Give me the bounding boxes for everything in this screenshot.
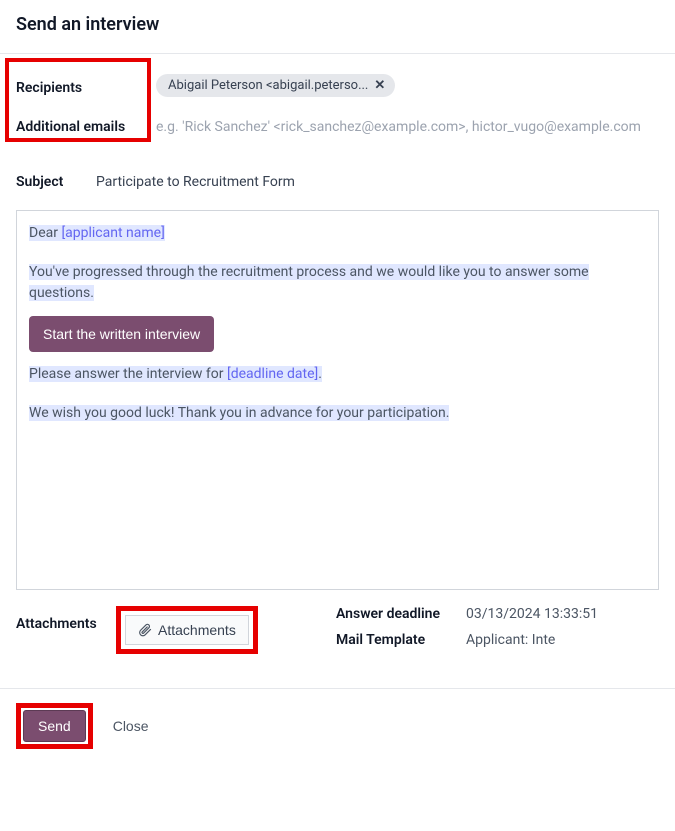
recipient-tag[interactable]: Abigail Peterson <abigail.peterso... ✕ xyxy=(156,74,395,97)
attachments-button-label: Attachments xyxy=(158,622,236,638)
body-line-greeting: Dear [applicant name] xyxy=(29,223,646,244)
subject-label: Subject xyxy=(16,168,96,190)
subject-input[interactable]: Participate to Recruitment Form xyxy=(96,168,659,190)
dialog-header: Send an interview xyxy=(0,0,675,54)
mail-template-label: Mail Template xyxy=(336,632,466,648)
body-text: You've progressed through the recruitmen… xyxy=(29,264,589,301)
recipient-tag-text: Abigail Peterson <abigail.peterso... xyxy=(168,78,368,93)
body-text: We wish you good luck! Thank you in adva… xyxy=(29,405,449,421)
subject-row: Subject Participate to Recruitment Form xyxy=(0,140,675,192)
highlight-send: Send xyxy=(16,703,93,749)
answer-deadline-label: Answer deadline xyxy=(336,606,466,622)
start-interview-button[interactable]: Start the written interview xyxy=(29,316,214,352)
send-button[interactable]: Send xyxy=(23,710,86,742)
additional-emails-label: Additional emails xyxy=(16,113,156,135)
mail-template-row: Mail Template Applicant: Inte xyxy=(336,632,659,648)
body-line-intro: You've progressed through the recruitmen… xyxy=(29,262,646,304)
body-line-closing: We wish you good luck! Thank you in adva… xyxy=(29,403,646,424)
attachments-button[interactable]: Attachments xyxy=(125,615,249,645)
dialog-footer: Send Close xyxy=(0,688,675,763)
body-line-deadline: Please answer the interview for [deadlin… xyxy=(29,364,646,385)
answer-deadline-value[interactable]: 03/13/2024 13:33:51 xyxy=(466,606,659,622)
paperclip-icon xyxy=(138,623,152,637)
close-button[interactable]: Close xyxy=(99,711,163,741)
page-title: Send an interview xyxy=(16,14,659,35)
body-token-applicant: [applicant name] xyxy=(61,225,164,241)
additional-emails-row: Additional emails e.g. 'Rick Sanchez' <r… xyxy=(0,99,675,140)
mail-template-value[interactable]: Applicant: Inte xyxy=(466,632,659,648)
body-token-deadline: [deadline date] xyxy=(227,366,318,382)
highlight-attachments: Attachments xyxy=(116,606,258,654)
close-icon[interactable]: ✕ xyxy=(374,78,385,93)
body-text: Please answer the interview for xyxy=(29,366,227,382)
recipients-value[interactable]: Abigail Peterson <abigail.peterso... ✕ xyxy=(156,74,659,97)
answer-deadline-row: Answer deadline 03/13/2024 13:33:51 xyxy=(336,606,659,622)
recipients-row: Recipients Abigail Peterson <abigail.pet… xyxy=(0,64,675,99)
attachments-label: Attachments xyxy=(16,606,116,632)
additional-emails-input[interactable]: e.g. 'Rick Sanchez' <rick_sanchez@exampl… xyxy=(156,113,659,138)
body-editor[interactable]: Dear [applicant name] You've progressed … xyxy=(16,210,659,590)
body-text: Dear xyxy=(29,225,61,241)
body-text: . xyxy=(318,366,322,382)
recipients-label: Recipients xyxy=(16,74,156,96)
